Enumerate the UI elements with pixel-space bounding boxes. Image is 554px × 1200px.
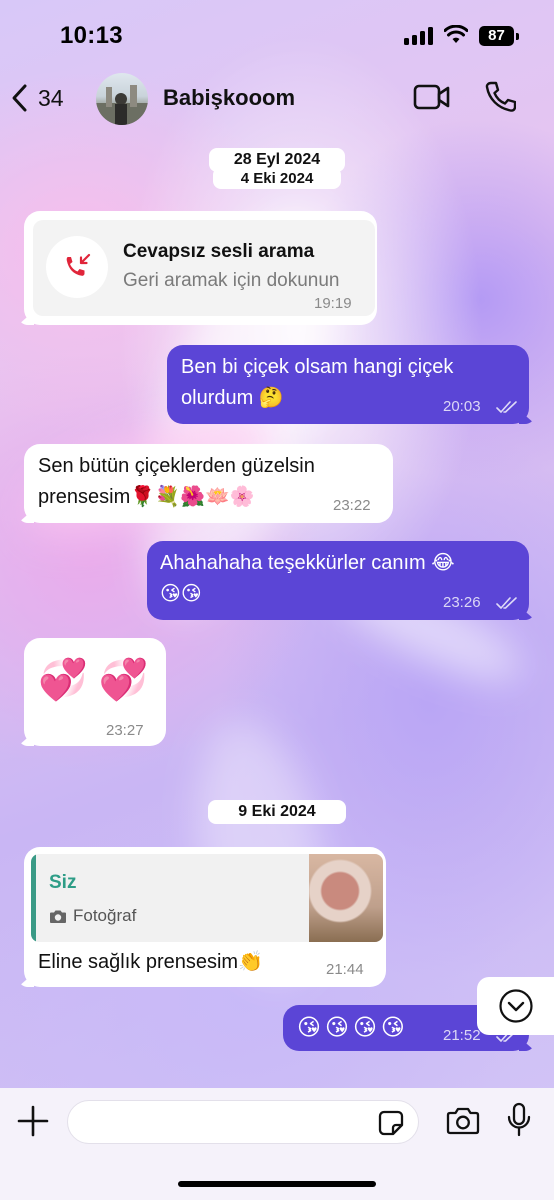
bubble-tail bbox=[519, 1037, 535, 1051]
status-time: 10:13 bbox=[60, 22, 123, 49]
battery-level: 87 bbox=[488, 27, 505, 44]
double-check-icon bbox=[496, 401, 517, 413]
microphone-icon[interactable] bbox=[506, 1102, 532, 1138]
missed-call-subtitle: Geri aramak için dokunun bbox=[123, 270, 340, 291]
video-call-icon[interactable] bbox=[412, 82, 452, 112]
chat-header: 34 Babişkooom bbox=[0, 70, 554, 128]
battery-cap bbox=[516, 33, 519, 40]
outgoing-message[interactable]: Ahahahaha teşekkürler canım 😂 😘😘 23:26 bbox=[147, 541, 535, 620]
date-separator: 9 Eki 2024 bbox=[208, 800, 346, 824]
camera-icon[interactable] bbox=[446, 1106, 480, 1136]
sticker-icon[interactable] bbox=[378, 1110, 404, 1136]
quoted-message[interactable]: Siz Fotoğraf bbox=[31, 854, 383, 942]
quote-photo-thumbnail bbox=[309, 854, 383, 942]
message-composer bbox=[0, 1088, 554, 1200]
bubble-tail bbox=[18, 732, 34, 746]
incoming-message[interactable]: 💞 💞 23:27 bbox=[18, 638, 166, 746]
wifi-icon bbox=[444, 25, 468, 43]
message-input[interactable] bbox=[67, 1100, 419, 1144]
chevron-down-icon bbox=[499, 989, 533, 1023]
message-text: olurdum 🤔 bbox=[181, 387, 284, 409]
message-text: 😘😘 bbox=[160, 583, 202, 605]
bubble-tail bbox=[18, 973, 34, 987]
missed-call-icon bbox=[66, 253, 91, 276]
bubble-tail bbox=[519, 606, 535, 620]
phone-icon[interactable] bbox=[484, 80, 516, 114]
battery-icon: 87 bbox=[479, 26, 514, 46]
date-separator: 28 Eyl 2024 bbox=[209, 148, 345, 172]
message-text: Ahahahaha teşekkürler canım 😂 bbox=[160, 552, 455, 574]
message-time: 21:52 bbox=[443, 1027, 481, 1044]
quote-author: Siz bbox=[49, 872, 77, 893]
incoming-reply-message[interactable]: Siz Fotoğraf Eline sağlık prensesim👏 21:… bbox=[18, 847, 386, 987]
bubble-tail bbox=[18, 509, 34, 523]
quote-accent-bar bbox=[31, 854, 36, 942]
message-time: 23:26 bbox=[443, 594, 481, 611]
message-time: 21:44 bbox=[326, 961, 364, 978]
incoming-message[interactable]: Sen bütün çiçeklerden güzelsin prensesim… bbox=[18, 444, 393, 523]
bubble-tail bbox=[519, 410, 535, 424]
message-text: Sen bütün çiçeklerden güzelsin bbox=[38, 455, 315, 477]
cellular-signal-icon bbox=[404, 27, 434, 45]
plus-icon[interactable] bbox=[16, 1104, 50, 1138]
status-bar: 10:13 87 bbox=[0, 0, 554, 70]
bubble-tail bbox=[18, 311, 34, 325]
camera-icon bbox=[50, 910, 66, 923]
avatar-photo-icon bbox=[96, 85, 148, 125]
message-text: 💞 💞 bbox=[38, 658, 149, 702]
back-button[interactable]: 34 bbox=[10, 78, 64, 118]
message-text: 😘😘😘😘 bbox=[297, 1014, 409, 1040]
home-indicator bbox=[178, 1181, 376, 1187]
quote-type-label: Fotoğraf bbox=[73, 906, 137, 925]
contact-avatar[interactable] bbox=[96, 73, 148, 125]
message-time: 23:22 bbox=[333, 497, 371, 514]
message-time: 23:27 bbox=[106, 722, 144, 739]
message-text: prensesim🌹💐🌺🪷🌸 bbox=[38, 486, 255, 508]
back-chevron-icon bbox=[12, 84, 27, 112]
missed-call-title: Cevapsız sesli arama bbox=[123, 241, 315, 262]
message-time: 20:03 bbox=[443, 398, 481, 415]
message-text: Ben bi çiçek olsam hangi çiçek bbox=[181, 356, 454, 378]
quote-type: Fotoğraf bbox=[49, 906, 136, 926]
double-check-icon bbox=[496, 597, 517, 609]
missed-call-bubble[interactable]: Cevapsız sesli arama Geri aramak için do… bbox=[18, 211, 377, 325]
message-time: 19:19 bbox=[314, 295, 352, 312]
scroll-to-bottom-button[interactable] bbox=[477, 977, 554, 1035]
missed-call-icon-circle bbox=[46, 236, 108, 298]
contact-name[interactable]: Babişkooom bbox=[163, 85, 295, 111]
outgoing-message[interactable]: Ben bi çiçek olsam hangi çiçek olurdum 🤔… bbox=[167, 345, 535, 424]
unread-count: 34 bbox=[38, 84, 64, 111]
message-text: Eline sağlık prensesim👏 bbox=[38, 951, 263, 973]
